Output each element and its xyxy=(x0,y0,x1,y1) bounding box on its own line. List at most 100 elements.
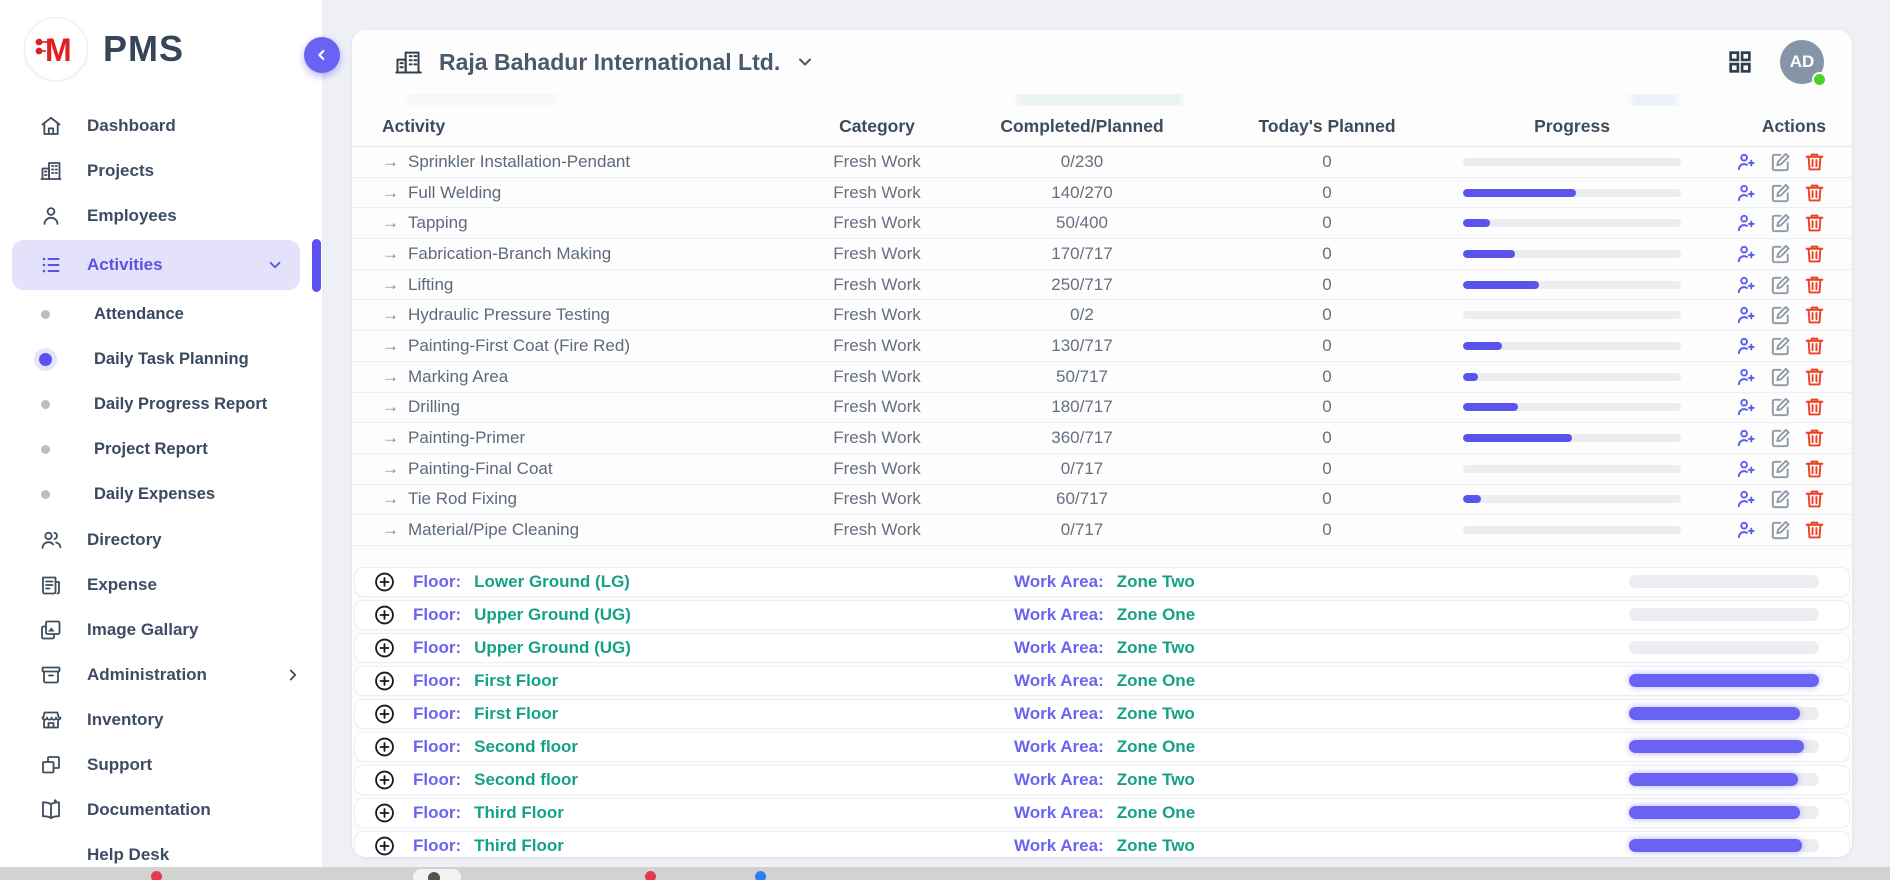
taskbar-app-icon[interactable] xyxy=(755,871,766,880)
expand-button[interactable] xyxy=(373,768,396,791)
sidebar-collapse-button[interactable] xyxy=(304,37,340,73)
delete-button[interactable] xyxy=(1803,304,1826,327)
sidebar-item-employees[interactable]: Employees xyxy=(0,193,322,238)
sidebar-subitem[interactable]: Project Report xyxy=(0,427,322,472)
activity-name[interactable]: Hydraulic Pressure Testing xyxy=(408,305,610,325)
apps-grid-icon[interactable] xyxy=(1724,46,1756,78)
edit-button[interactable] xyxy=(1769,150,1792,173)
work-area-value[interactable]: Zone Two xyxy=(1117,704,1195,724)
delete-button[interactable] xyxy=(1803,273,1826,296)
work-area-value[interactable]: Zone Two xyxy=(1117,638,1195,658)
work-area-value[interactable]: Zone One xyxy=(1117,803,1195,823)
delete-button[interactable] xyxy=(1803,334,1826,357)
add-user-button[interactable] xyxy=(1735,457,1758,480)
expand-button[interactable] xyxy=(373,702,396,725)
sidebar-item-image-gallary[interactable]: Image Gallary xyxy=(0,607,322,652)
edit-button[interactable] xyxy=(1769,273,1792,296)
activity-name[interactable]: Marking Area xyxy=(408,367,508,387)
add-user-button[interactable] xyxy=(1735,273,1758,296)
work-area-value[interactable]: Zone Two xyxy=(1117,770,1195,790)
activity-name[interactable]: Painting-First Coat (Fire Red) xyxy=(408,336,630,356)
add-user-button[interactable] xyxy=(1735,396,1758,419)
floor-value[interactable]: Third Floor xyxy=(474,836,564,856)
activity-name[interactable]: Tie Rod Fixing xyxy=(408,489,517,509)
delete-button[interactable] xyxy=(1803,242,1826,265)
activity-name[interactable]: Painting-Final Coat xyxy=(408,459,553,479)
delete-button[interactable] xyxy=(1803,519,1826,542)
taskbar-app-pill[interactable] xyxy=(413,869,461,880)
activity-name[interactable]: Fabrication-Branch Making xyxy=(408,244,611,264)
sidebar-item-directory[interactable]: Directory xyxy=(0,517,322,562)
expand-button[interactable] xyxy=(373,834,396,857)
expand-button[interactable] xyxy=(373,603,396,626)
work-area-value[interactable]: Zone One xyxy=(1117,605,1195,625)
delete-button[interactable] xyxy=(1803,212,1826,235)
edit-button[interactable] xyxy=(1769,304,1792,327)
expand-button[interactable] xyxy=(373,570,396,593)
add-user-button[interactable] xyxy=(1735,181,1758,204)
add-user-button[interactable] xyxy=(1735,212,1758,235)
floor-value[interactable]: First Floor xyxy=(474,704,558,724)
edit-button[interactable] xyxy=(1769,427,1792,450)
sidebar-item-administration[interactable]: Administration xyxy=(0,652,322,697)
sidebar-subitem[interactable]: Daily Expenses xyxy=(0,472,322,517)
chevron-down-icon[interactable] xyxy=(795,52,815,72)
activity-name[interactable]: Full Welding xyxy=(408,183,501,203)
floor-value[interactable]: Lower Ground (LG) xyxy=(474,572,630,592)
floor-value[interactable]: Upper Ground (UG) xyxy=(474,605,631,625)
sidebar-subitem[interactable]: Attendance xyxy=(0,292,322,337)
edit-button[interactable] xyxy=(1769,334,1792,357)
edit-button[interactable] xyxy=(1769,396,1792,419)
delete-button[interactable] xyxy=(1803,488,1826,511)
activity-name[interactable]: Sprinkler Installation-Pendant xyxy=(408,152,630,172)
add-user-button[interactable] xyxy=(1735,519,1758,542)
sidebar-item-documentation[interactable]: Documentation xyxy=(0,787,322,832)
activity-name[interactable]: Drilling xyxy=(408,397,460,417)
delete-button[interactable] xyxy=(1803,457,1826,480)
edit-button[interactable] xyxy=(1769,181,1792,204)
taskbar-app-icon[interactable] xyxy=(645,871,656,880)
avatar[interactable]: AD xyxy=(1780,40,1824,84)
edit-button[interactable] xyxy=(1769,212,1792,235)
delete-button[interactable] xyxy=(1803,150,1826,173)
add-user-button[interactable] xyxy=(1735,242,1758,265)
add-user-button[interactable] xyxy=(1735,488,1758,511)
expand-button[interactable] xyxy=(373,669,396,692)
floor-value[interactable]: Second floor xyxy=(474,770,578,790)
activity-name[interactable]: Lifting xyxy=(408,275,453,295)
add-user-button[interactable] xyxy=(1735,365,1758,388)
add-user-button[interactable] xyxy=(1735,150,1758,173)
activity-name[interactable]: Painting-Primer xyxy=(408,428,525,448)
delete-button[interactable] xyxy=(1803,396,1826,419)
floor-value[interactable]: Third Floor xyxy=(474,803,564,823)
edit-button[interactable] xyxy=(1769,519,1792,542)
taskbar-app-icon[interactable] xyxy=(151,871,162,880)
sidebar-subitem[interactable]: Daily Task Planning xyxy=(0,337,322,382)
sidebar-item-support[interactable]: Support xyxy=(0,742,322,787)
sidebar-item-expense[interactable]: Expense xyxy=(0,562,322,607)
delete-button[interactable] xyxy=(1803,181,1826,204)
sidebar-item-dashboard[interactable]: Dashboard xyxy=(0,103,322,148)
sidebar-scrollbar-thumb[interactable] xyxy=(312,239,321,292)
expand-button[interactable] xyxy=(373,801,396,824)
work-area-value[interactable]: Zone One xyxy=(1117,737,1195,757)
add-user-button[interactable] xyxy=(1735,304,1758,327)
sidebar-subitem[interactable]: Daily Progress Report xyxy=(0,382,322,427)
edit-button[interactable] xyxy=(1769,365,1792,388)
sidebar-item-inventory[interactable]: Inventory xyxy=(0,697,322,742)
delete-button[interactable] xyxy=(1803,427,1826,450)
activity-name[interactable]: Material/Pipe Cleaning xyxy=(408,520,579,540)
work-area-value[interactable]: Zone One xyxy=(1117,671,1195,691)
edit-button[interactable] xyxy=(1769,242,1792,265)
edit-button[interactable] xyxy=(1769,488,1792,511)
work-area-value[interactable]: Zone Two xyxy=(1117,572,1195,592)
add-user-button[interactable] xyxy=(1735,427,1758,450)
add-user-button[interactable] xyxy=(1735,334,1758,357)
sidebar-item-projects[interactable]: Projects xyxy=(0,148,322,193)
company-name[interactable]: Raja Bahadur International Ltd. xyxy=(439,49,780,76)
delete-button[interactable] xyxy=(1803,365,1826,388)
edit-button[interactable] xyxy=(1769,457,1792,480)
sidebar-item-activities[interactable]: Activities xyxy=(12,240,300,290)
expand-button[interactable] xyxy=(373,735,396,758)
expand-button[interactable] xyxy=(373,636,396,659)
